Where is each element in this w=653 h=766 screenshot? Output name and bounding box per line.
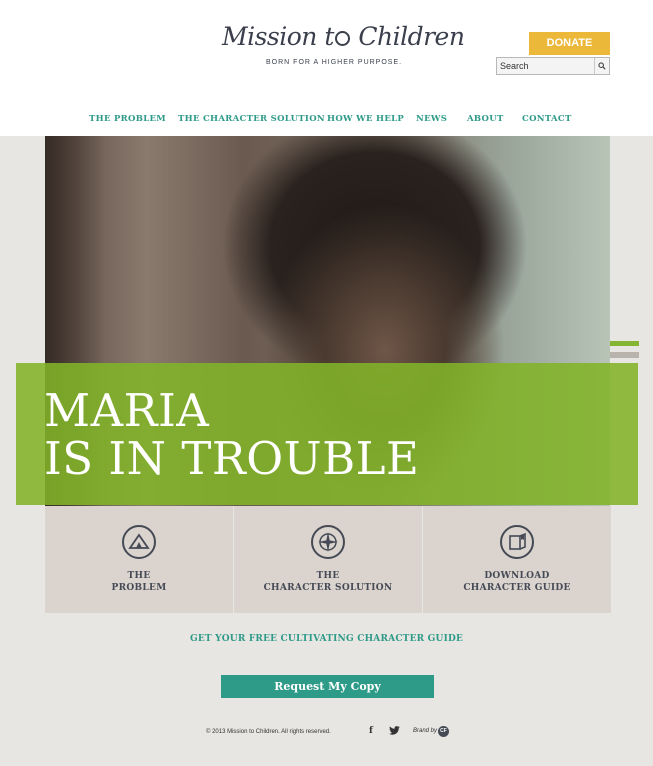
twitter-icon[interactable]	[389, 726, 400, 735]
card-label: DOWNLOAD CHARACTER GUIDE	[423, 570, 611, 594]
hero-title-line1: MARIA	[44, 384, 210, 437]
logo-word-mission: Mission	[222, 22, 317, 51]
brand-by-label: Brand by	[413, 728, 438, 734]
globe-icon	[334, 31, 350, 46]
hero-accent-stripe	[610, 341, 639, 346]
hero-accent-stripe-grey	[610, 352, 639, 358]
feature-cards: THE PROBLEM THE CHARACTER SOLUTION DOWNL…	[45, 506, 611, 613]
nav-item-news[interactable]: NEWS	[416, 114, 447, 124]
request-copy-button[interactable]: Request My Copy	[221, 675, 434, 698]
logo-tagline: BORN FOR A HIGHER PURPOSE.	[266, 59, 403, 66]
mountain-icon	[122, 525, 156, 559]
card-label: THE CHARACTER SOLUTION	[234, 570, 422, 594]
facebook-icon[interactable]: f	[369, 726, 373, 736]
logo-word-children: Children	[358, 22, 465, 51]
agency-logo[interactable]: CF	[438, 726, 449, 737]
hero-title-line2: IS IN TROUBLE	[44, 432, 420, 485]
card-label-line2: CHARACTER SOLUTION	[263, 583, 393, 593]
search-icon	[598, 62, 606, 70]
card-label-line2: CHARACTER GUIDE	[463, 583, 571, 593]
main-nav: THE PROBLEM THE CHARACTER SOLUTION HOW W…	[0, 114, 653, 128]
card-label-line1: THE	[127, 571, 151, 581]
compass-icon	[311, 525, 345, 559]
donate-button[interactable]: DONATE	[529, 32, 610, 55]
nav-item-contact[interactable]: CONTACT	[522, 114, 572, 124]
nav-item-how-we-help[interactable]: HOW WE HELP	[327, 114, 404, 124]
logo-wordmark: Mission t Children	[222, 22, 465, 51]
site-logo[interactable]: Mission t Children BORN FOR A HIGHER PUR…	[222, 22, 465, 70]
guide-promo-text[interactable]: GET YOUR FREE CULTIVATING CHARACTER GUID…	[0, 634, 653, 644]
search-input[interactable]	[497, 58, 595, 74]
nav-item-character-solution[interactable]: THE CHARACTER SOLUTION	[178, 114, 325, 124]
nav-item-the-problem[interactable]: THE PROBLEM	[89, 114, 166, 124]
nav-item-about[interactable]: ABOUT	[467, 114, 504, 124]
guide-icon	[500, 525, 534, 559]
hero-title: MARIA IS IN TROUBLE	[44, 387, 419, 483]
card-the-problem[interactable]: THE PROBLEM	[45, 506, 233, 613]
search-button[interactable]	[595, 58, 609, 74]
site-header: Mission t Children BORN FOR A HIGHER PUR…	[0, 0, 653, 136]
footer-copyright: © 2013 Mission to Children. All rights r…	[206, 729, 331, 735]
card-character-solution[interactable]: THE CHARACTER SOLUTION	[234, 506, 422, 613]
card-label-line1: DOWNLOAD	[484, 571, 550, 581]
search-box	[496, 57, 610, 75]
card-label-line1: THE	[316, 571, 340, 581]
card-label-line2: PROBLEM	[111, 583, 167, 593]
card-label: THE PROBLEM	[45, 570, 233, 594]
card-download-guide[interactable]: DOWNLOAD CHARACTER GUIDE	[423, 506, 611, 613]
